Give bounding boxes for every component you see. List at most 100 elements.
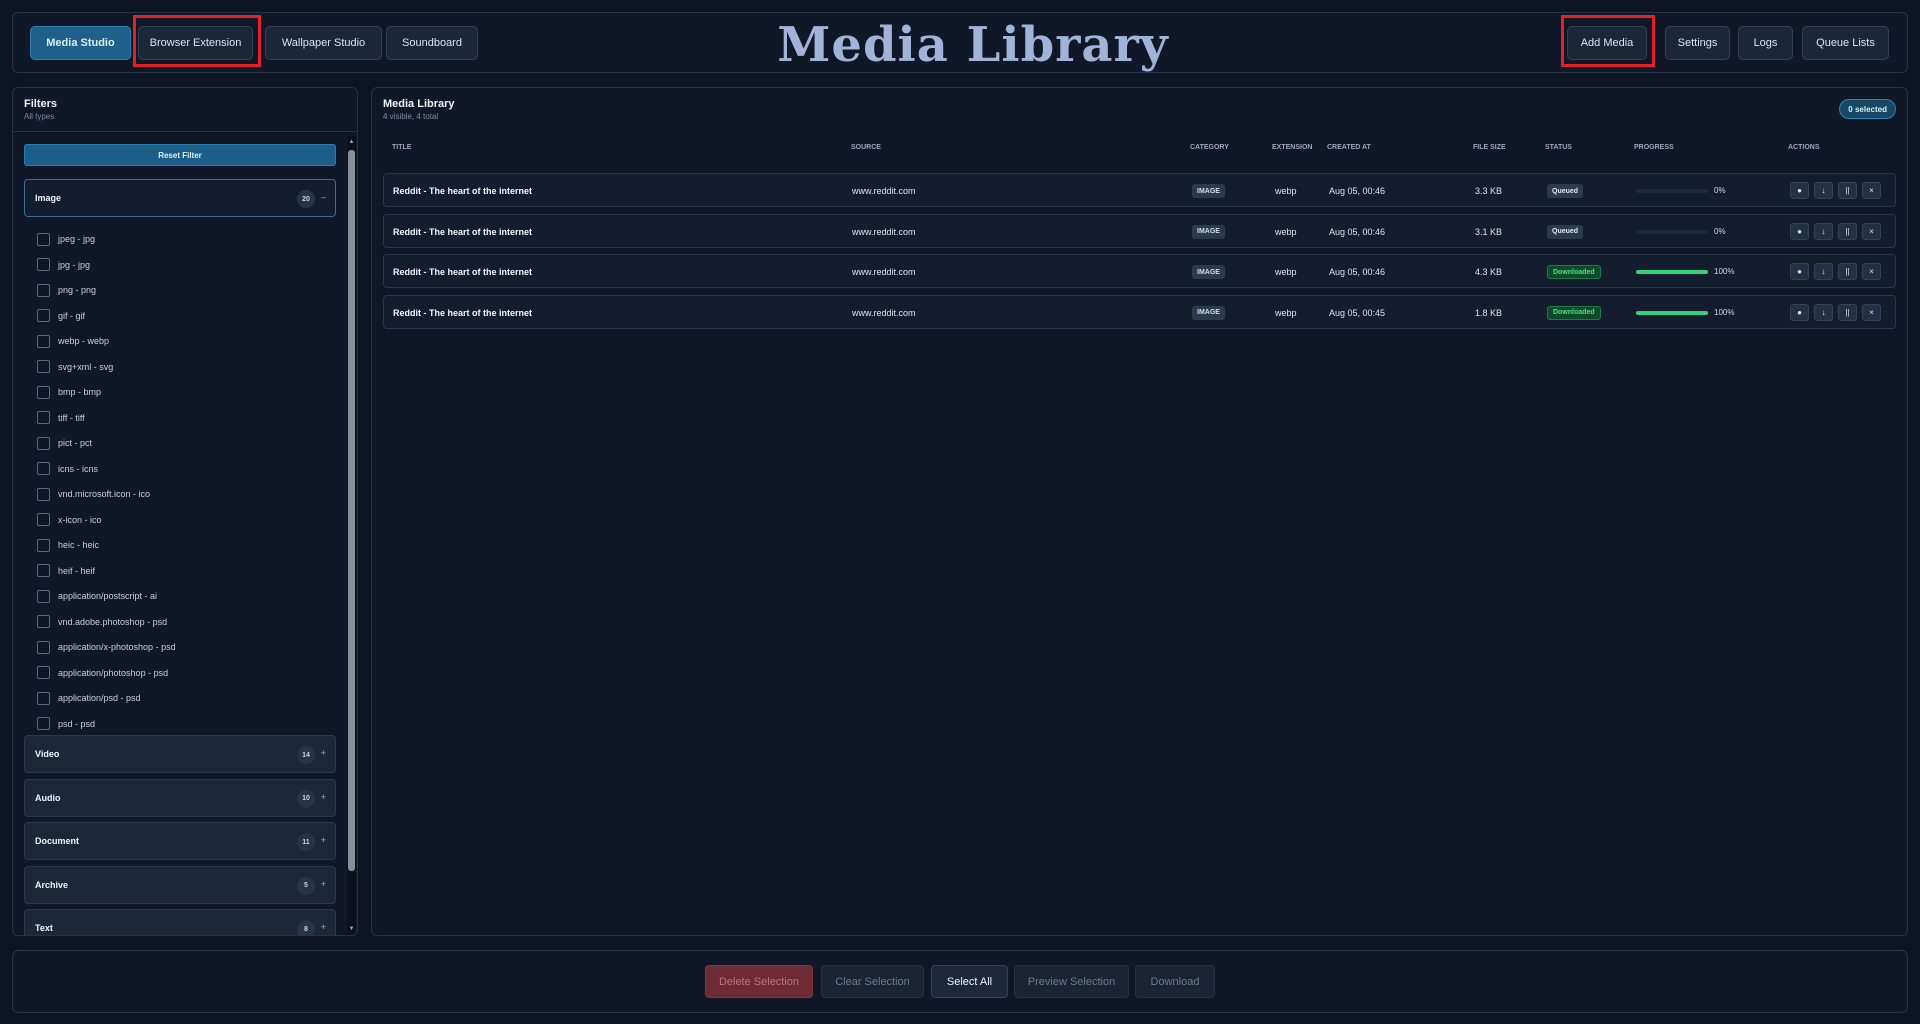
column-header-progress[interactable]: PROGRESS	[1634, 144, 1674, 151]
filter-group-video[interactable]: Video 14 +	[24, 735, 336, 773]
filter-type-item[interactable]: jpeg - jpg	[37, 231, 95, 247]
filter-group-archive[interactable]: Archive 5 +	[24, 865, 336, 904]
filter-type-item[interactable]: svg+xml - svg	[37, 359, 113, 375]
filter-type-item[interactable]: application/postscript - ai	[37, 588, 157, 604]
remove-icon[interactable]: ×	[1862, 182, 1881, 199]
expand-icon[interactable]: +	[321, 835, 326, 845]
filter-type-item[interactable]: bmp - bmp	[37, 384, 101, 400]
add-media-button[interactable]: Add Media	[1567, 26, 1647, 60]
preview-icon[interactable]: ●	[1790, 182, 1809, 199]
nav-media-studio-button[interactable]: Media Studio	[30, 26, 131, 60]
filter-type-item[interactable]: icns - icns	[37, 461, 98, 477]
table-row[interactable]: Reddit - The heart of the internet www.re…	[383, 173, 1896, 207]
filter-type-checkbox[interactable]	[37, 385, 50, 399]
preview-icon[interactable]: ●	[1790, 222, 1809, 240]
filter-type-checkbox[interactable]	[37, 615, 50, 628]
select-all-button[interactable]: Select All	[931, 965, 1008, 998]
filter-type-item[interactable]: jpg - jpg	[37, 257, 90, 273]
expand-icon[interactable]: +	[321, 792, 326, 802]
filter-type-checkbox[interactable]	[37, 717, 50, 730]
filter-type-checkbox[interactable]	[37, 640, 50, 654]
table-row[interactable]: Reddit - The heart of the internet www.re…	[383, 254, 1896, 288]
filter-type-item[interactable]: png - png	[37, 282, 96, 298]
filter-type-checkbox[interactable]	[37, 360, 50, 373]
column-header-title[interactable]: TITLE	[392, 144, 411, 151]
download-button[interactable]: Download	[1135, 965, 1215, 998]
filter-type-item[interactable]: heic - heic	[37, 537, 99, 553]
column-header-created-at[interactable]: CREATED AT	[1327, 144, 1371, 151]
filter-type-item[interactable]: tiff - tiff	[37, 410, 85, 426]
filter-type-item[interactable]: vnd.adobe.photoshop - psd	[37, 614, 167, 630]
scroll-down-icon[interactable]: ▼	[348, 926, 355, 933]
filter-type-item[interactable]: webp - webp	[37, 333, 109, 349]
remove-icon[interactable]: ×	[1862, 303, 1881, 321]
filter-type-checkbox[interactable]	[37, 258, 50, 271]
row-category-badge: IMAGE	[1192, 265, 1225, 279]
scroll-up-icon[interactable]: ▲	[348, 139, 355, 146]
nav-soundboard-button[interactable]: Soundboard	[386, 26, 478, 60]
expand-icon[interactable]: +	[321, 879, 326, 889]
download-icon[interactable]: ↓	[1814, 182, 1833, 199]
top-header: Media Studio Browser Extension Wallpaper…	[12, 12, 1908, 73]
delete-selection-button[interactable]: Delete Selection	[705, 965, 813, 998]
reset-filter-button[interactable]: Reset Filter	[24, 144, 336, 166]
clear-selection-button[interactable]: Clear Selection	[821, 965, 924, 998]
remove-icon[interactable]: ×	[1862, 222, 1881, 240]
pause-icon[interactable]: ||	[1838, 263, 1857, 280]
filter-type-item[interactable]: x-icon - ico	[37, 512, 102, 528]
filter-group-image[interactable]: Image 20 –	[24, 179, 336, 217]
filter-type-checkbox[interactable]	[37, 309, 50, 322]
preview-icon[interactable]: ●	[1790, 303, 1809, 321]
filter-type-item[interactable]: gif - gif	[37, 308, 85, 324]
filter-type-checkbox[interactable]	[37, 283, 50, 297]
preview-selection-button[interactable]: Preview Selection	[1014, 965, 1129, 998]
sidebar-scrollbar[interactable]: ▲ ▼	[347, 136, 356, 935]
filter-type-checkbox[interactable]	[37, 513, 50, 526]
nav-browser-extension-button[interactable]: Browser Extension	[138, 26, 253, 60]
pause-icon[interactable]: ||	[1838, 303, 1857, 321]
filter-type-checkbox[interactable]	[37, 564, 50, 577]
filter-group-audio[interactable]: Audio 10 +	[24, 778, 336, 817]
queue-lists-button[interactable]: Queue Lists	[1802, 26, 1889, 60]
pause-icon[interactable]: ||	[1838, 182, 1857, 199]
expand-icon[interactable]: +	[321, 922, 326, 932]
filter-type-checkbox[interactable]	[37, 666, 50, 679]
table-row[interactable]: Reddit - The heart of the internet www.re…	[383, 294, 1896, 329]
filter-type-checkbox[interactable]	[37, 436, 50, 450]
column-header-file-size[interactable]: FILE SIZE	[1473, 144, 1506, 151]
settings-button[interactable]: Settings	[1665, 26, 1730, 60]
column-header-source[interactable]: SOURCE	[851, 144, 881, 151]
filter-group-document[interactable]: Document 11 +	[24, 822, 336, 860]
filter-type-checkbox[interactable]	[37, 691, 50, 705]
filter-type-item[interactable]: psd - psd	[37, 716, 95, 732]
column-header-status[interactable]: STATUS	[1545, 144, 1572, 151]
filter-type-checkbox[interactable]	[37, 589, 50, 603]
filter-type-checkbox[interactable]	[37, 462, 50, 475]
filter-type-item[interactable]: application/x-photoshop - psd	[37, 639, 176, 655]
nav-wallpaper-studio-button[interactable]: Wallpaper Studio	[265, 26, 382, 60]
filter-type-checkbox[interactable]	[37, 411, 50, 424]
download-icon[interactable]: ↓	[1814, 263, 1833, 280]
table-row[interactable]: Reddit - The heart of the internet www.re…	[383, 213, 1896, 248]
remove-icon[interactable]: ×	[1862, 263, 1881, 280]
filter-type-checkbox[interactable]	[37, 538, 50, 552]
pause-icon[interactable]: ||	[1838, 222, 1857, 240]
filter-type-checkbox[interactable]	[37, 487, 50, 501]
filter-type-item[interactable]: pict - pct	[37, 435, 92, 451]
collapse-icon[interactable]: –	[321, 192, 326, 202]
column-header-category[interactable]: CATEGORY	[1190, 144, 1229, 151]
expand-icon[interactable]: +	[321, 748, 326, 758]
scrollbar-thumb[interactable]	[348, 150, 355, 871]
filter-type-item[interactable]: application/photoshop - psd	[37, 665, 168, 681]
filter-type-checkbox[interactable]	[37, 334, 50, 348]
preview-icon[interactable]: ●	[1790, 263, 1809, 280]
filter-type-item[interactable]: heif - heif	[37, 563, 95, 579]
column-header-extension[interactable]: EXTENSION	[1272, 144, 1312, 151]
download-icon[interactable]: ↓	[1814, 222, 1833, 240]
logs-button[interactable]: Logs	[1738, 26, 1793, 60]
filter-type-item[interactable]: application/psd - psd	[37, 690, 141, 706]
filter-group-text[interactable]: Text 8 +	[24, 909, 336, 935]
filter-type-checkbox[interactable]	[37, 232, 50, 246]
filter-type-item[interactable]: vnd.microsoft.icon - ico	[37, 486, 150, 502]
download-icon[interactable]: ↓	[1814, 303, 1833, 321]
